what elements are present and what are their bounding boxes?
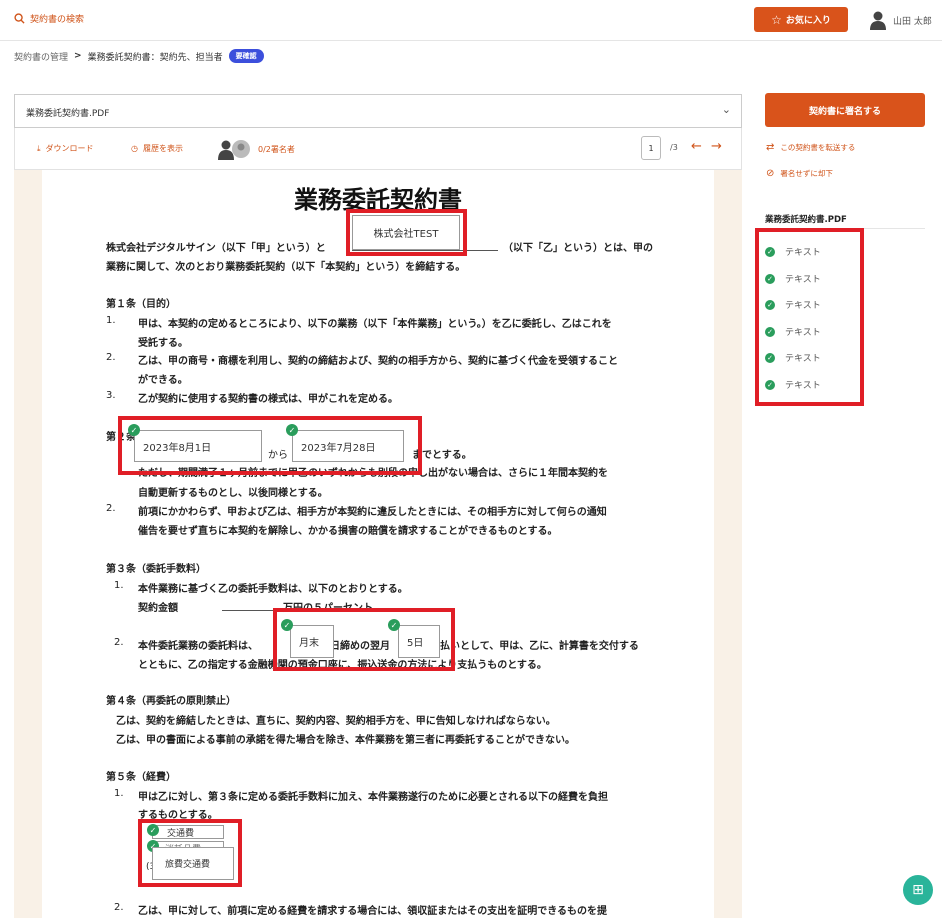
prev-page-arrow-icon[interactable]: ← bbox=[691, 139, 702, 154]
list-number: 1. bbox=[106, 315, 116, 326]
doc-para-1b: （以下「乙」という）とは、甲の bbox=[503, 243, 653, 254]
chat-add-icon[interactable]: ⊞ bbox=[903, 875, 933, 905]
forward-contract-label: この契約書を転送する bbox=[780, 143, 856, 152]
reject-link[interactable]: ⊘ 署名せずに却下 bbox=[766, 168, 833, 179]
highlight-box bbox=[273, 608, 455, 671]
breadcrumb-root[interactable]: 契約書の管理 bbox=[14, 50, 68, 63]
list-number: 1. bbox=[114, 788, 124, 799]
contract-amount-label: 契約金額 bbox=[138, 603, 178, 614]
status-badge: 要確認 bbox=[228, 49, 264, 63]
history-label: 履歴を表示 bbox=[142, 144, 183, 153]
page-number-input[interactable]: 1 bbox=[641, 136, 661, 160]
highlight-box bbox=[118, 416, 422, 475]
field-list-filename: 業務委託契約書.PDF bbox=[765, 215, 847, 225]
highlight-box bbox=[755, 228, 864, 406]
article-1-item-2: 乙は、甲の商号・商標を利用し、契約の締結および、契約の相手方から、契約に基づく代… bbox=[138, 356, 618, 367]
list-number: 1. bbox=[114, 580, 124, 591]
article-5-item-1: 甲は乙に対し、第３条に定める委託手数料に加え、本件業務遂行のために必要とされる以… bbox=[138, 792, 608, 803]
article-1-item-1: 甲は、本契約の定めるところにより、以下の業務（以下「本件業務」という。）を乙に委… bbox=[138, 319, 612, 330]
next-page-arrow-icon[interactable]: → bbox=[711, 139, 722, 154]
signers-count: 0/2署名者 bbox=[258, 144, 295, 154]
download-button[interactable]: ⤓ ダウンロード bbox=[37, 143, 94, 154]
history-button[interactable]: ◷ 履歴を表示 bbox=[131, 143, 183, 154]
list-number: 2. bbox=[114, 902, 124, 913]
user-menu[interactable]: 山田 太郎 bbox=[870, 10, 932, 30]
user-name: 山田 太郎 bbox=[893, 16, 932, 27]
article-1-item-1b: 受託する。 bbox=[138, 338, 188, 349]
contract-search-link[interactable]: 契約書の検索 bbox=[14, 12, 84, 25]
sign-contract-button[interactable]: 契約書に署名する bbox=[765, 93, 925, 127]
article-3-item-2d: 日払いとして、甲は、乙に、計算書を交付する bbox=[430, 641, 639, 652]
doc-para-1c: 業務に関して、次のとおり業務委託契約（以下「本契約」という）を締結する。 bbox=[106, 262, 466, 273]
highlight-box bbox=[138, 819, 242, 887]
download-icon: ⤓ bbox=[37, 143, 41, 153]
article-4-heading: 第４条（再委託の原則禁止） bbox=[106, 696, 236, 707]
article-3-heading: 第３条（委託手数料） bbox=[106, 564, 206, 575]
list-number: 3. bbox=[106, 390, 116, 401]
avatar bbox=[870, 11, 886, 30]
doc-para-1: 株式会社デジタルサイン（以下「甲」という）と bbox=[106, 243, 326, 254]
article-1-heading: 第１条（目的） bbox=[106, 299, 176, 310]
article-3-item-2a: 本件委託業務の委託料は、 bbox=[138, 641, 258, 652]
list-number: 2. bbox=[114, 637, 124, 648]
breadcrumb-current: 業務委託契約書：契約先、担当者 bbox=[87, 52, 223, 63]
article-2-item-2b: 催告を要せず直ちに本契約を解除し、かかる損害の賠償を請求することができるものとす… bbox=[138, 526, 558, 537]
article-5-item-2: 乙は、甲に対して、前項に定める経費を請求する場合には、領収証またはその支出を証明… bbox=[138, 906, 607, 917]
breadcrumb-separator: > bbox=[74, 51, 82, 61]
article-5-heading: 第５条（経費） bbox=[106, 772, 176, 783]
file-select[interactable]: 業務委託契約書.PDF ⌄ bbox=[14, 94, 742, 128]
highlight-box bbox=[346, 209, 467, 256]
reject-label: 署名せずに却下 bbox=[780, 169, 833, 178]
chevron-down-icon: ⌄ bbox=[721, 103, 731, 116]
article-4-line-2: 乙は、甲の書面による事前の承諾を得た場合を除き、本件業務を第三者に再委託すること… bbox=[116, 735, 575, 746]
favorite-button[interactable]: ☆ お気に入り bbox=[754, 7, 848, 32]
signers-button[interactable]: 0/2署名者 bbox=[217, 138, 295, 160]
download-label: ダウンロード bbox=[45, 144, 94, 153]
favorite-label: お気に入り bbox=[785, 16, 831, 26]
file-select-value: 業務委託契約書.PDF bbox=[26, 109, 110, 119]
search-label: 契約書の検索 bbox=[30, 15, 85, 25]
list-number: 2. bbox=[106, 352, 116, 363]
article-2-item-2: 前項にかかわらず、甲および乙は、相手方が本契約に違反したときには、その相手方に対… bbox=[138, 507, 607, 518]
prohibited-icon: ⊘ bbox=[766, 168, 775, 179]
article-1-item-3: 乙が契約に使用する契約書の様式は、甲がこれを定める。 bbox=[138, 394, 398, 405]
document-toolbar: ⤓ ダウンロード ◷ 履歴を表示 0/2署名者 1 /3 ← → bbox=[14, 128, 742, 170]
article-2-item-1c: 自動更新するものとし、以後同様とする。 bbox=[138, 488, 328, 499]
list-number: 2. bbox=[106, 503, 116, 514]
article-1-item-2b: ができる。 bbox=[138, 375, 188, 386]
search-icon bbox=[14, 13, 25, 24]
forward-contract-link[interactable]: ⇄ この契約書を転送する bbox=[766, 142, 855, 153]
transfer-icon: ⇄ bbox=[766, 142, 775, 153]
article-3-item-1: 本件業務に基づく乙の委託手数料は、以下のとおりとする。 bbox=[138, 584, 408, 595]
clock-icon: ◷ bbox=[131, 144, 138, 153]
signer-avatars-icon bbox=[218, 140, 250, 160]
breadcrumb: 契約書の管理 > 業務委託契約書：契約先、担当者 要確認 bbox=[14, 49, 264, 63]
star-icon: ☆ bbox=[771, 12, 782, 27]
amount-underline bbox=[222, 610, 280, 611]
article-4-line-1: 乙は、契約を締結したときは、直ちに、契約内容、契約相手方を、甲に告知しなければな… bbox=[116, 716, 556, 727]
page-total: /3 bbox=[670, 143, 678, 152]
